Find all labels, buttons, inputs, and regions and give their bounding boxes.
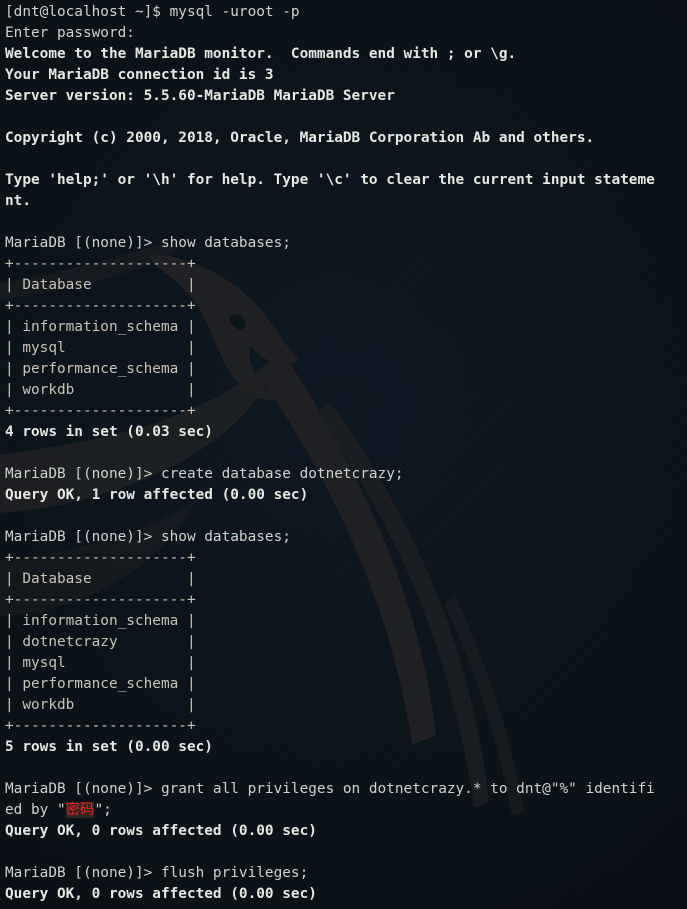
terminal-line: MariaDB [(none)]> create database dotnet… (5, 466, 404, 482)
terminal-line: +--------------------+ (5, 256, 196, 272)
redacted-password-text: 密码 (65, 802, 95, 818)
terminal-line: Your MariaDB connection id is 3 (5, 67, 274, 83)
terminal-line: | information_schema | (5, 613, 196, 629)
terminal-line: nt. (5, 193, 31, 209)
terminal-line: Welcome to the MariaDB monitor. Commands… (5, 46, 517, 62)
terminal-line: Query OK, 0 rows affected (0.00 sec) (5, 886, 317, 902)
terminal-line: | workdb | (5, 382, 196, 398)
terminal-line: | dotnetcrazy | (5, 634, 196, 650)
terminal-line: ed by "密码"; (5, 800, 687, 821)
terminal-line: Server version: 5.5.60-MariaDB MariaDB S… (5, 88, 395, 104)
terminal-line: +--------------------+ (5, 298, 196, 314)
terminal-line: | performance_schema | (5, 361, 196, 377)
terminal-line: | Database | (5, 571, 196, 587)
terminal-window[interactable]: [dnt@localhost ~]$ mysql -uroot -p Enter … (0, 0, 687, 909)
terminal-line: +--------------------+ (5, 550, 196, 566)
terminal-line: +--------------------+ (5, 592, 196, 608)
terminal-line: | information_schema | (5, 319, 196, 335)
terminal-line: | mysql | (5, 340, 196, 356)
terminal-text-segment: "; (94, 802, 112, 818)
terminal-line: MariaDB [(none)]> grant all privileges o… (5, 781, 655, 797)
terminal-line: Copyright (c) 2000, 2018, Oracle, MariaD… (5, 130, 595, 146)
terminal-line: | performance_schema | (5, 676, 196, 692)
terminal-output[interactable]: [dnt@localhost ~]$ mysql -uroot -p Enter … (0, 0, 687, 905)
terminal-line: 4 rows in set (0.03 sec) (5, 424, 213, 440)
terminal-line: MariaDB [(none)]> flush privileges; (5, 865, 309, 881)
terminal-line: Query OK, 1 row affected (0.00 sec) (5, 487, 309, 503)
terminal-line: Enter password: (5, 25, 135, 41)
terminal-line: MariaDB [(none)]> show databases; (5, 235, 291, 251)
terminal-line: 5 rows in set (0.00 sec) (5, 739, 213, 755)
terminal-line: | workdb | (5, 697, 196, 713)
terminal-line: [dnt@localhost ~]$ mysql -uroot -p (5, 4, 300, 20)
terminal-line: MariaDB [(none)]> show databases; (5, 529, 291, 545)
terminal-line: Type 'help;' or '\h' for help. Type '\c'… (5, 172, 655, 188)
terminal-line: +--------------------+ (5, 718, 196, 734)
terminal-line: | mysql | (5, 655, 196, 671)
terminal-text-segment: ed by " (5, 802, 66, 818)
terminal-line: Query OK, 0 rows affected (0.00 sec) (5, 823, 317, 839)
terminal-line: +--------------------+ (5, 403, 196, 419)
terminal-line: | Database | (5, 277, 196, 293)
